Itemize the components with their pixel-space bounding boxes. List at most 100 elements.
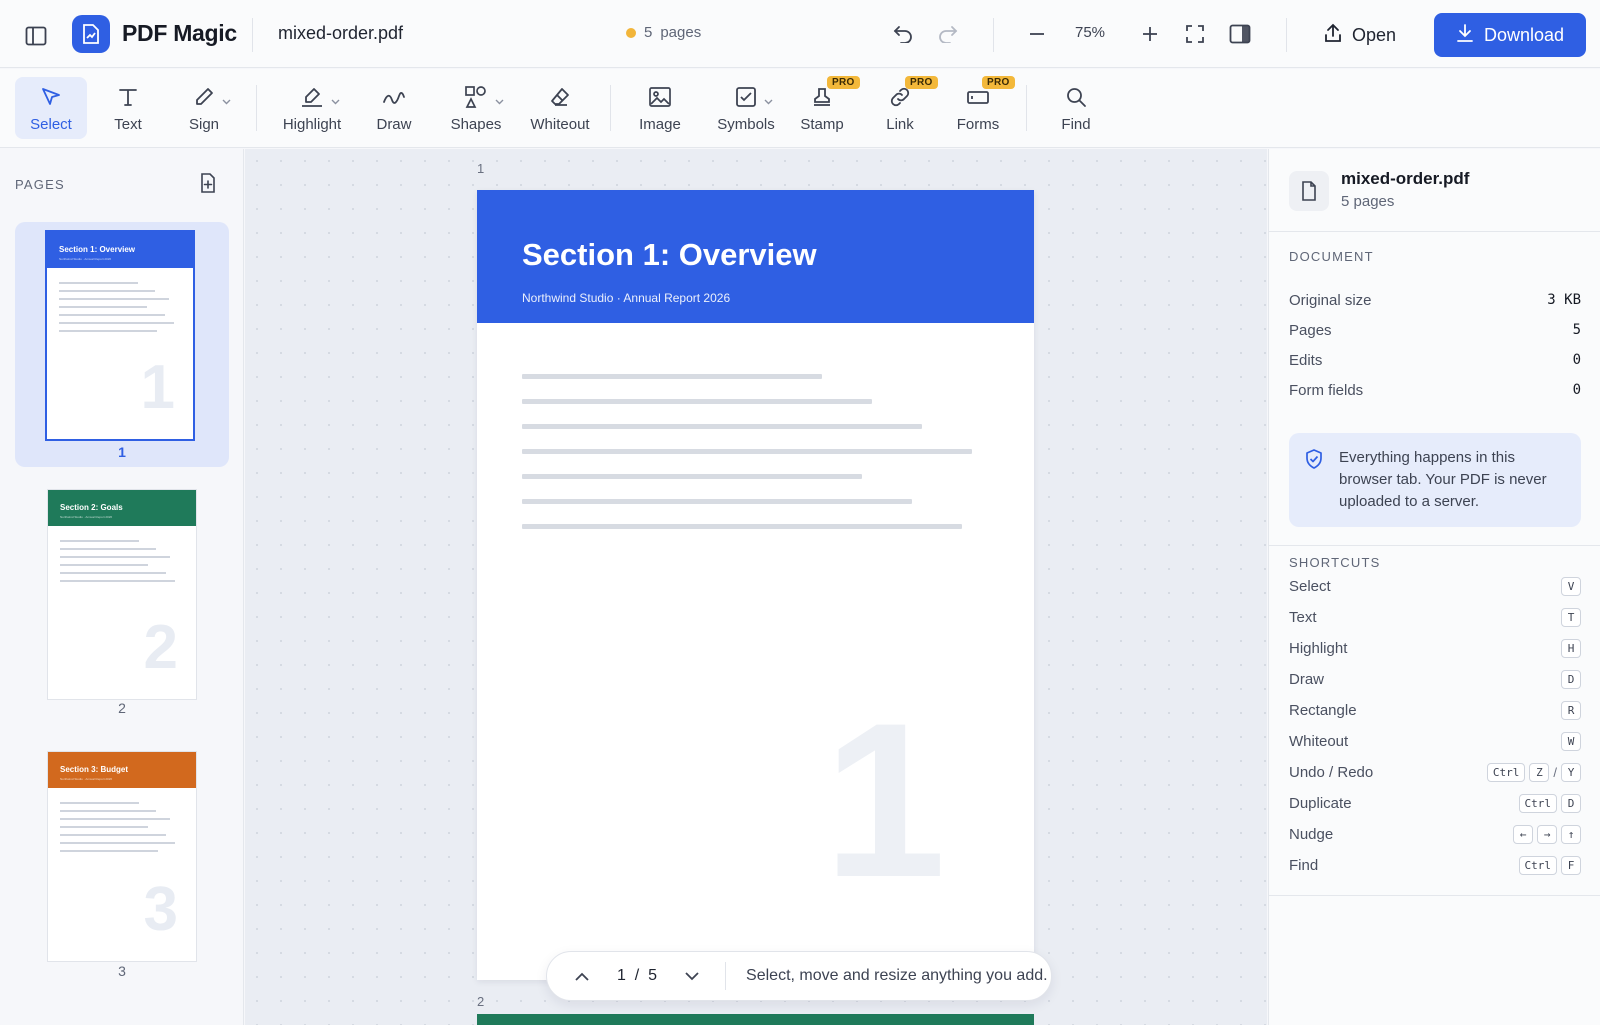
page-title: Section 1: Overview	[522, 237, 817, 272]
shortcuts-heading: SHORTCUTS	[1289, 555, 1381, 570]
chevron-down-icon	[222, 92, 231, 109]
divider	[1269, 895, 1600, 896]
tool-link[interactable]: PRO Link	[864, 75, 938, 139]
link-icon: PRO	[889, 75, 938, 110]
shortcut-row: Whiteout W	[1289, 732, 1581, 751]
keyboard-key: Ctrl	[1486, 763, 1526, 782]
info-label: Pages	[1289, 322, 1332, 339]
shield-icon	[1305, 449, 1323, 476]
redo-icon[interactable]	[931, 17, 965, 51]
shortcut-label: Rectangle	[1289, 702, 1357, 719]
tool-bar: Select Text Sign Highlight Draw Shapes W…	[0, 69, 1600, 148]
page-watermark-number: 1	[823, 677, 946, 923]
shortcut-label: Nudge	[1289, 826, 1334, 843]
chevron-down-icon[interactable]	[677, 961, 707, 991]
shortcut-row: Text T	[1289, 608, 1581, 627]
download-label: Download	[1483, 24, 1565, 45]
panel-file-name: mixed-order.pdf	[1341, 169, 1470, 188]
document-canvas[interactable]: 1 Section 1: Overview Northwind Studio ·…	[245, 149, 1267, 1025]
pdf-page[interactable]: Section 1: Overview Northwind Studio · A…	[477, 190, 1034, 980]
page-separator: /	[634, 967, 640, 984]
add-page-icon[interactable]	[196, 171, 220, 195]
total-pages: 5	[648, 967, 658, 984]
page-thumbnail-3[interactable]: Section 3: Budget Northwind Studio · Ann…	[15, 749, 229, 989]
shortcut-keys: Ctrl Z / Y	[1486, 763, 1581, 782]
thumbnail-label: 3	[118, 963, 126, 979]
keyboard-key: D	[1561, 670, 1581, 689]
tool-label: Sign	[188, 115, 220, 133]
page-text-lines	[522, 374, 972, 549]
stamp-icon: PRO	[811, 75, 860, 110]
keyboard-key: Y	[1561, 763, 1581, 782]
pages-heading: PAGES	[15, 177, 65, 192]
pro-badge: PRO	[827, 75, 860, 89]
pdf-page-2-header[interactable]	[477, 1014, 1034, 1025]
page-thumbnail-2[interactable]: Section 2: Goals Northwind Studio · Annu…	[15, 485, 229, 730]
thumbnail-page-number: 1	[140, 353, 175, 422]
document-info-panel: mixed-order.pdf 5 pages DOCUMENT Origina…	[1268, 149, 1600, 1025]
tool-label: Text	[114, 115, 142, 133]
thumbnail-text-lines	[60, 802, 180, 858]
zoom-in-icon[interactable]	[1133, 17, 1167, 51]
fit-screen-icon[interactable]	[1178, 17, 1212, 51]
zoom-out-icon[interactable]	[1020, 17, 1054, 51]
side-panel-toggle-icon[interactable]	[1223, 17, 1257, 51]
tool-label: Link	[886, 115, 914, 133]
tool-label: Symbols	[717, 115, 775, 133]
keyboard-key: D	[1561, 794, 1581, 813]
info-label: Original size	[1289, 292, 1372, 309]
page-thumbnail-1[interactable]: Section 1: Overview Northwind Studio · A…	[15, 222, 229, 467]
tool-stamp[interactable]: PRO Stamp	[786, 75, 860, 139]
tool-image[interactable]: Image	[624, 77, 696, 139]
shortcut-label: Whiteout	[1289, 733, 1349, 750]
tool-shapes[interactable]: Shapes	[434, 77, 518, 139]
tool-draw[interactable]: Draw	[358, 77, 430, 139]
current-page: 1	[617, 967, 626, 984]
tool-sign[interactable]: Sign	[168, 77, 240, 139]
page-header: Section 1: Overview Northwind Studio · A…	[477, 190, 1034, 323]
tool-highlight[interactable]: Highlight	[270, 77, 354, 139]
tool-label: Find	[1061, 115, 1091, 133]
download-button[interactable]: Download	[1434, 13, 1586, 57]
privacy-note: Everything happens in this browser tab. …	[1289, 433, 1581, 527]
keyboard-key: →	[1537, 825, 1557, 844]
chevron-up-icon[interactable]	[567, 961, 597, 991]
tool-select[interactable]: Select	[15, 77, 87, 139]
divider	[610, 85, 611, 131]
tool-forms[interactable]: PRO Forms	[940, 75, 1016, 139]
shortcut-keys: R	[1561, 701, 1581, 720]
divider	[993, 18, 994, 52]
keyboard-key: F	[1561, 856, 1581, 875]
thumbnail-subtitle: Northwind Studio · Annual Report 2026	[60, 777, 113, 781]
info-value: 0	[1572, 352, 1581, 368]
page-index-label: 2	[477, 994, 485, 1009]
shortcut-label: Undo / Redo	[1289, 764, 1374, 781]
page-index-label: 1	[477, 161, 485, 176]
highlighter-icon	[300, 84, 340, 110]
shapes-icon	[464, 84, 504, 110]
thumbnail-header: Section 3: Budget Northwind Studio · Ann…	[48, 752, 196, 788]
sidebar-toggle-icon[interactable]	[20, 20, 52, 52]
open-button[interactable]: Open	[1316, 16, 1404, 54]
text-icon	[117, 84, 139, 110]
cursor-icon	[40, 84, 62, 110]
info-row: Pages 5	[1289, 322, 1581, 339]
shortcut-row: Highlight H	[1289, 639, 1581, 658]
tool-label: Image	[639, 115, 681, 133]
file-icon	[1289, 171, 1329, 211]
info-row: Original size 3 KB	[1289, 292, 1581, 309]
tool-text[interactable]: Text	[92, 77, 164, 139]
tool-label: Select	[30, 115, 72, 133]
keyboard-key: T	[1561, 608, 1581, 627]
page-subtitle: Northwind Studio · Annual Report 2026	[522, 291, 731, 305]
tool-find[interactable]: Find	[1040, 77, 1112, 139]
tool-whiteout[interactable]: Whiteout	[518, 77, 602, 139]
tool-symbols[interactable]: Symbols	[704, 77, 788, 139]
keyboard-key: Ctrl	[1518, 794, 1557, 813]
thumbnail-header: Section 1: Overview Northwind Studio · A…	[47, 232, 193, 268]
zoom-level[interactable]: 75%	[1062, 24, 1118, 41]
shortcut-keys: V	[1561, 577, 1581, 596]
top-bar: PDF Magic mixed-order.pdf 5 pages 75% Op…	[0, 0, 1600, 68]
undo-icon[interactable]	[886, 17, 920, 51]
thumbnail-page-number: 3	[143, 875, 178, 944]
